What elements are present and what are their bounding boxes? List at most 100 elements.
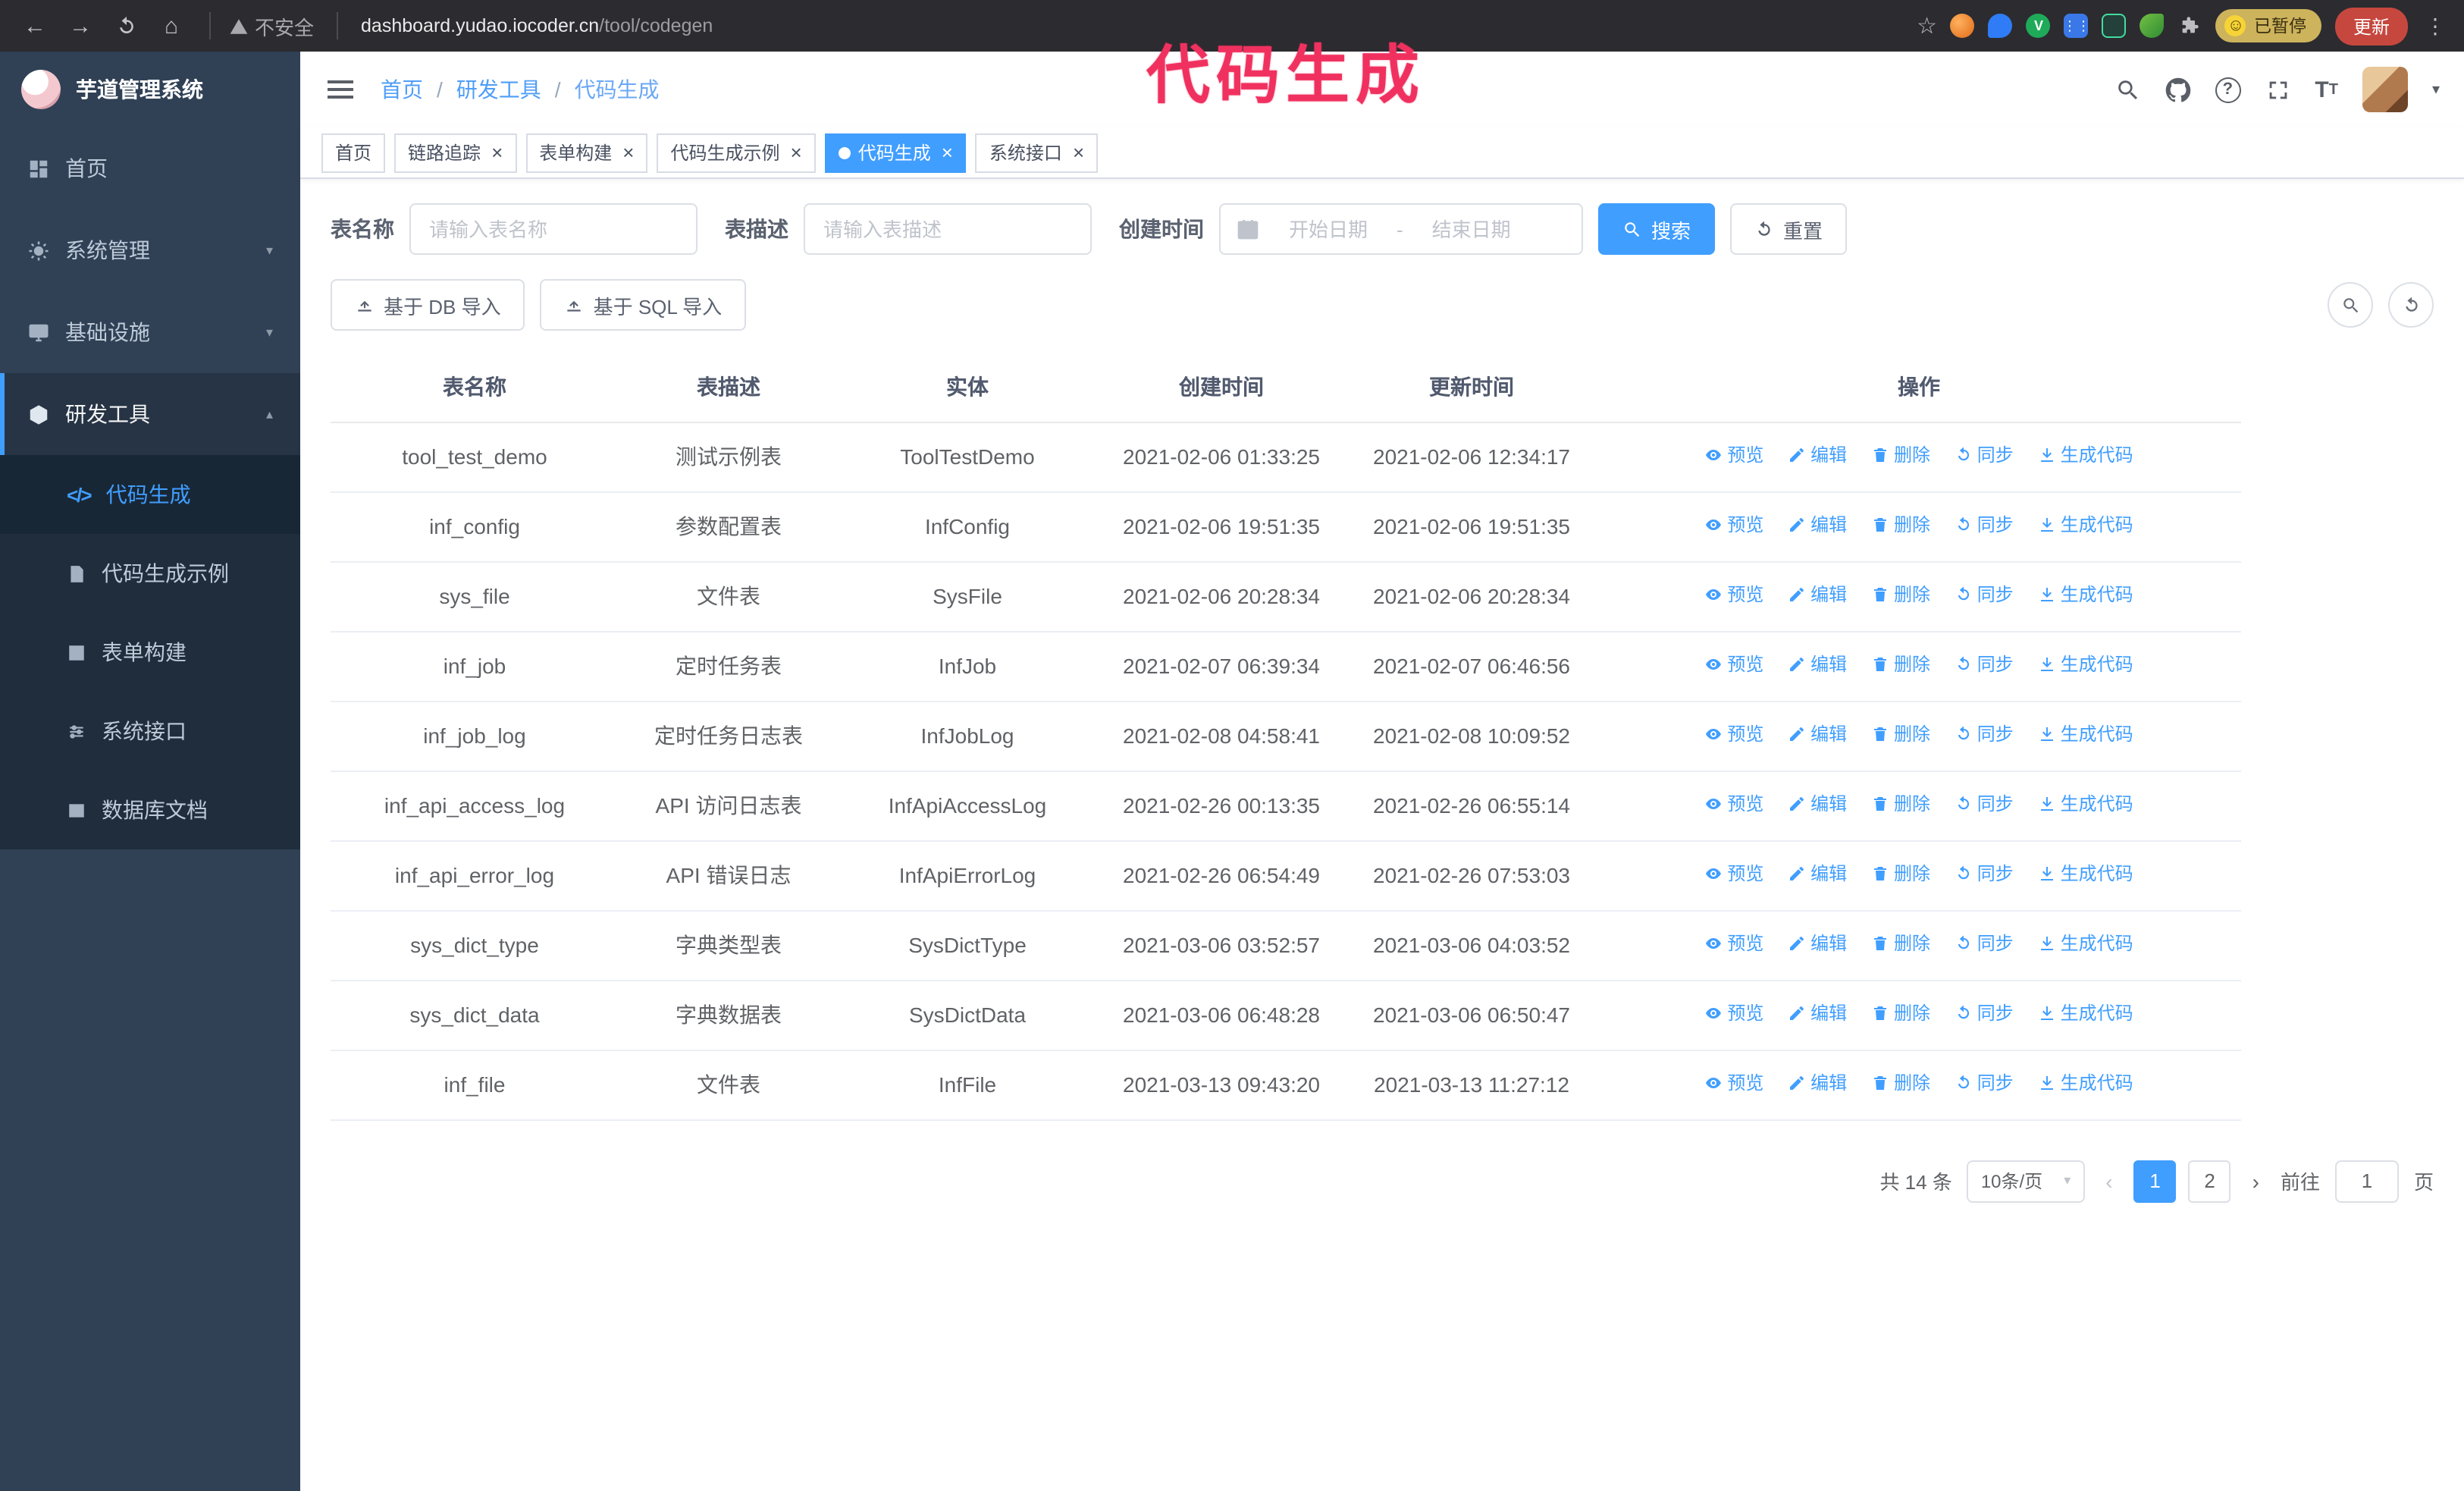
extension-icon-orange[interactable] xyxy=(1950,14,1975,38)
page-number[interactable]: 2 xyxy=(2188,1160,2231,1202)
breadcrumb-dev-tools[interactable]: 研发工具 xyxy=(456,74,541,105)
delete-link[interactable]: 删除 xyxy=(1871,650,1930,677)
generate-code-link[interactable]: 生成代码 xyxy=(2038,859,2133,887)
edit-link[interactable]: 编辑 xyxy=(1788,650,1847,677)
table-name-input[interactable] xyxy=(409,203,698,255)
tab-close-icon[interactable]: × xyxy=(622,143,634,162)
delete-link[interactable]: 删除 xyxy=(1871,720,1930,747)
preview-link[interactable]: 预览 xyxy=(1704,720,1763,747)
sync-link[interactable]: 同步 xyxy=(1955,510,2014,538)
preview-link[interactable]: 预览 xyxy=(1704,789,1763,817)
tab[interactable]: 表单构建 × xyxy=(525,133,648,172)
reset-button[interactable]: 重置 xyxy=(1730,203,1848,255)
bookmark-star-icon[interactable]: ☆ xyxy=(1917,12,1937,39)
sidebar-item-infrastructure[interactable]: 基础设施 ▾ xyxy=(0,291,300,373)
extension-icon-people[interactable]: ⋮⋮ xyxy=(2063,14,2090,38)
breadcrumb-home[interactable]: 首页 xyxy=(381,74,423,105)
sync-link[interactable]: 同步 xyxy=(1955,720,2014,747)
extensions-puzzle-icon[interactable] xyxy=(2178,14,2202,38)
tab[interactable]: 代码生成 × xyxy=(824,133,967,172)
edit-link[interactable]: 编辑 xyxy=(1788,510,1847,538)
sync-link[interactable]: 同步 xyxy=(1955,789,2014,817)
generate-code-link[interactable]: 生成代码 xyxy=(2038,720,2133,747)
end-date-input[interactable] xyxy=(1409,218,1534,240)
sync-link[interactable]: 同步 xyxy=(1955,650,2014,677)
sidebar-item-form-builder[interactable]: 表单构建 xyxy=(0,613,300,692)
user-avatar[interactable] xyxy=(2362,67,2408,112)
update-button[interactable]: 更新 xyxy=(2334,7,2408,45)
preview-link[interactable]: 预览 xyxy=(1704,510,1763,538)
delete-link[interactable]: 删除 xyxy=(1871,580,1930,607)
sync-link[interactable]: 同步 xyxy=(1955,1069,2014,1096)
search-icon[interactable] xyxy=(2114,77,2140,102)
kebab-menu-icon[interactable]: ⋮ xyxy=(2422,13,2449,39)
start-date-input[interactable] xyxy=(1266,218,1390,240)
delete-link[interactable]: 删除 xyxy=(1871,999,1930,1026)
generate-code-link[interactable]: 生成代码 xyxy=(2038,580,2133,607)
tab[interactable]: 系统接口 × xyxy=(975,133,1099,172)
sync-link[interactable]: 同步 xyxy=(1955,929,2014,956)
import-db-button[interactable]: 基于 DB 导入 xyxy=(331,279,525,331)
generate-code-link[interactable]: 生成代码 xyxy=(2038,441,2133,468)
preview-link[interactable]: 预览 xyxy=(1704,1069,1763,1096)
refresh-table-button[interactable] xyxy=(2388,282,2434,328)
delete-link[interactable]: 删除 xyxy=(1871,441,1930,468)
font-size-icon[interactable]: TT xyxy=(2315,77,2338,102)
toggle-search-button[interactable] xyxy=(2328,282,2373,328)
preview-link[interactable]: 预览 xyxy=(1704,441,1763,468)
sidebar-item-db-docs[interactable]: 数据库文档 xyxy=(0,771,300,849)
preview-link[interactable]: 预览 xyxy=(1704,580,1763,607)
sidebar-item-codegen[interactable]: </> 代码生成 xyxy=(0,455,300,534)
home-icon[interactable]: ⌂ xyxy=(152,6,191,46)
preview-link[interactable]: 预览 xyxy=(1704,859,1763,887)
delete-link[interactable]: 删除 xyxy=(1871,929,1930,956)
tab[interactable]: 链路追踪 × xyxy=(394,133,517,172)
extension-icon-green-v[interactable]: V xyxy=(2026,14,2051,38)
generate-code-link[interactable]: 生成代码 xyxy=(2038,1069,2133,1096)
sidebar-item-system[interactable]: 系统管理 ▾ xyxy=(0,209,300,291)
edit-link[interactable]: 编辑 xyxy=(1788,859,1847,887)
generate-code-link[interactable]: 生成代码 xyxy=(2038,929,2133,956)
goto-page-input[interactable] xyxy=(2334,1160,2399,1202)
generate-code-link[interactable]: 生成代码 xyxy=(2038,510,2133,538)
table-desc-input[interactable] xyxy=(804,203,1092,255)
hamburger-icon[interactable] xyxy=(324,74,356,105)
fullscreen-icon[interactable] xyxy=(2265,77,2290,102)
sidebar-item-dev-tools[interactable]: 研发工具 ▴ xyxy=(0,373,300,455)
delete-link[interactable]: 删除 xyxy=(1871,859,1930,887)
tab[interactable]: 首页 xyxy=(321,133,386,172)
edit-link[interactable]: 编辑 xyxy=(1788,441,1847,468)
page-size-select[interactable]: 10条/页 ▾ xyxy=(1967,1160,2085,1202)
tab-close-icon[interactable]: × xyxy=(491,143,503,162)
edit-link[interactable]: 编辑 xyxy=(1788,999,1847,1026)
page-number[interactable]: 1 xyxy=(2133,1160,2177,1202)
extension-icon-leaf[interactable] xyxy=(2140,14,2165,38)
github-icon[interactable] xyxy=(2165,77,2190,102)
search-button[interactable]: 搜索 xyxy=(1598,203,1716,255)
preview-link[interactable]: 预览 xyxy=(1704,999,1763,1026)
generate-code-link[interactable]: 生成代码 xyxy=(2038,789,2133,817)
sync-link[interactable]: 同步 xyxy=(1955,580,2014,607)
tab-close-icon[interactable]: × xyxy=(791,143,802,162)
reload-icon[interactable] xyxy=(106,6,146,46)
sync-link[interactable]: 同步 xyxy=(1955,441,2014,468)
import-sql-button[interactable]: 基于 SQL 导入 xyxy=(540,279,747,331)
sidebar-item-home[interactable]: 首页 xyxy=(0,127,300,209)
delete-link[interactable]: 删除 xyxy=(1871,510,1930,538)
extension-icon-blue[interactable] xyxy=(1988,14,2013,38)
delete-link[interactable]: 删除 xyxy=(1871,1069,1930,1096)
generate-code-link[interactable]: 生成代码 xyxy=(2038,999,2133,1026)
tab[interactable]: 代码生成示例 × xyxy=(657,133,816,172)
paused-badge[interactable]: ☺ 已暂停 xyxy=(2215,9,2321,42)
tab-close-icon[interactable]: × xyxy=(942,143,953,162)
address-bar[interactable]: 不安全 dashboard.yudao.iocoder.cn/tool/code… xyxy=(229,11,1911,40)
forward-icon[interactable]: → xyxy=(61,6,100,46)
next-page-button[interactable]: › xyxy=(2246,1169,2265,1193)
preview-link[interactable]: 预览 xyxy=(1704,650,1763,677)
avatar-caret-icon[interactable]: ▾ xyxy=(2432,81,2440,98)
extension-icon-dark[interactable] xyxy=(2102,14,2127,38)
app-logo[interactable]: 芋道管理系统 xyxy=(0,52,300,127)
not-secure-warning[interactable]: 不安全 xyxy=(229,11,314,40)
date-range-picker[interactable]: - xyxy=(1219,203,1583,255)
edit-link[interactable]: 编辑 xyxy=(1788,789,1847,817)
